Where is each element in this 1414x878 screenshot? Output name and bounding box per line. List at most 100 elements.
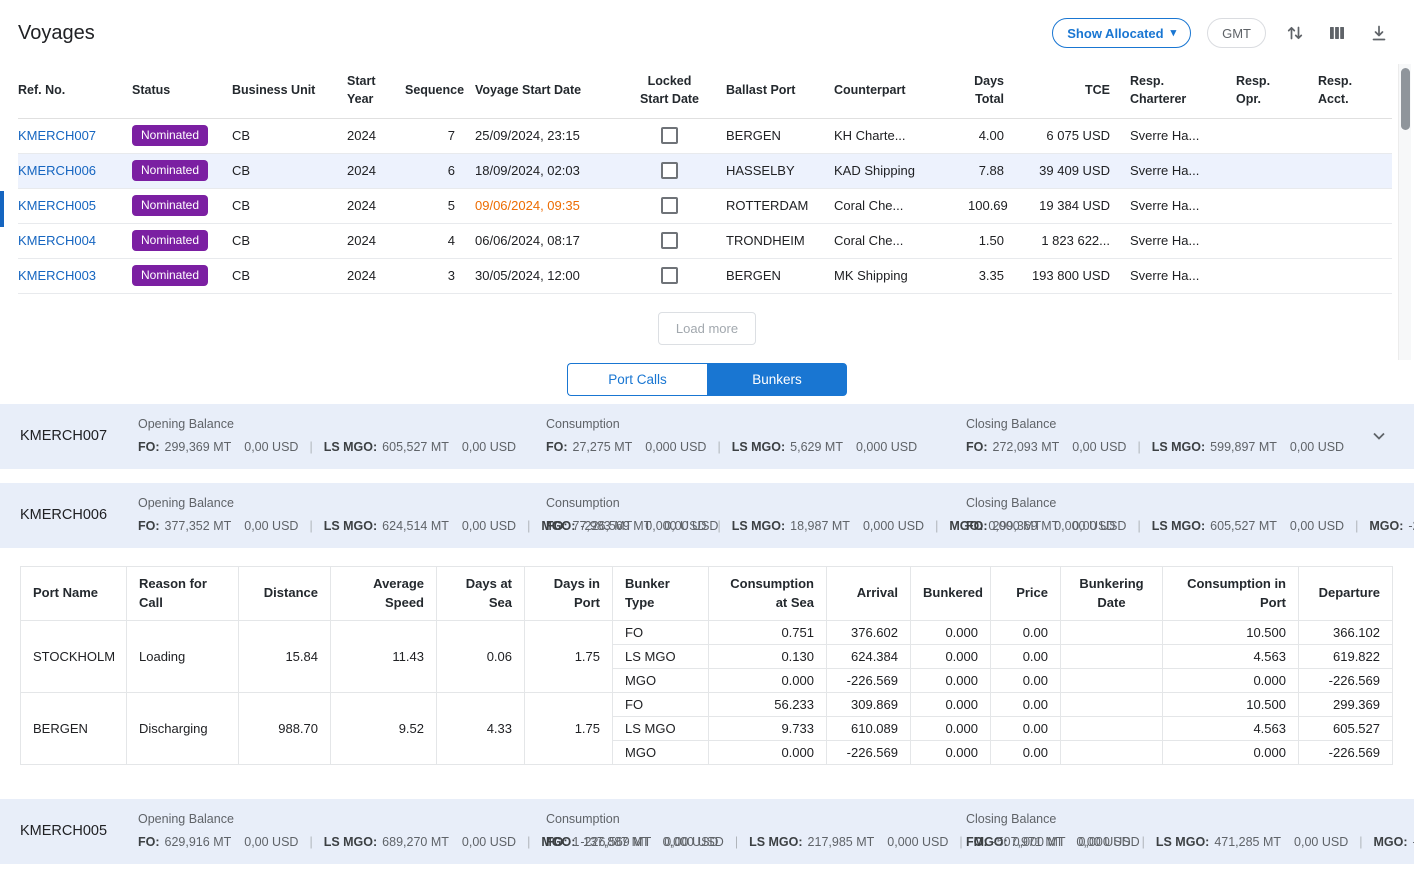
counterpart-cell: Coral Che... xyxy=(824,188,958,223)
voyage-row[interactable]: KMERCH004 Nominated CB 2024 4 06/06/2024… xyxy=(18,223,1392,258)
price-cell: 0.00 xyxy=(991,668,1061,692)
price-cell: 0.00 xyxy=(991,716,1061,740)
cons-in-port-cell: 10.500 xyxy=(1163,692,1299,716)
load-more-button[interactable]: Load more xyxy=(658,312,756,345)
voyage-ref-link[interactable]: KMERCH003 xyxy=(18,268,96,283)
voyages-page: Voyages Show Allocated ▾ GMT xyxy=(0,0,1414,864)
show-allocated-button[interactable]: Show Allocated ▾ xyxy=(1052,18,1191,48)
business-unit-cell: CB xyxy=(222,258,337,293)
fuel-qty: 605,527 MT xyxy=(382,440,449,454)
status-badge: Nominated xyxy=(132,125,208,145)
opening-balance-group: Opening Balance FO:299,369 MT0,00 USDLS … xyxy=(138,417,546,456)
voyage-ref-link[interactable]: KMERCH006 xyxy=(18,163,96,178)
fuel-label: FO: xyxy=(966,519,988,533)
business-unit-cell: CB xyxy=(222,223,337,258)
bunker-type-cell: MGO xyxy=(613,668,709,692)
resp-charterer-cell: Sverre Ha... xyxy=(1120,153,1226,188)
sort-icon[interactable] xyxy=(1282,20,1308,46)
section-voyage-ref: KMERCH006 xyxy=(20,507,138,523)
fuel-label: FO: xyxy=(966,835,988,849)
days-total-cell: 100.69 xyxy=(958,188,1014,223)
closing-balance-group: Closing Balance FO:-507,971 MT0,00 USDLS… xyxy=(966,812,1414,851)
distance-cell: 15.84 xyxy=(239,620,331,692)
scrollbar-thumb[interactable] xyxy=(1401,68,1410,130)
balance-item: LS MGO:689,270 MT0,00 USD xyxy=(324,835,542,849)
departure-cell: 366.102 xyxy=(1299,620,1393,644)
closing-balance-group: Closing Balance FO:272,093 MT0,00 USDLS … xyxy=(966,417,1360,456)
page-header: Voyages Show Allocated ▾ GMT xyxy=(0,0,1414,62)
balance-item: FO:272,093 MT0,00 USD xyxy=(966,440,1152,454)
column-header-business-unit: Business Unit xyxy=(222,62,337,118)
balance-item: LS MGO:5,629 MT0,000 USD xyxy=(732,440,917,454)
fuel-qty: 299,369 MT xyxy=(165,440,232,454)
status-badge: Nominated xyxy=(132,230,208,250)
fuel-qty: 5,629 MT xyxy=(790,440,843,454)
fuel-label: FO: xyxy=(138,440,160,454)
col-days-in-port: Days in Port xyxy=(525,566,613,620)
closing-balance-title: Closing Balance xyxy=(966,496,1414,510)
fuel-qty: 629,916 MT xyxy=(165,835,232,849)
cons-at-sea-cell: 0.751 xyxy=(709,620,827,644)
gmt-button[interactable]: GMT xyxy=(1207,18,1266,48)
start-year-cell: 2024 xyxy=(337,188,395,223)
voyage-row[interactable]: KMERCH006 Nominated CB 2024 6 18/09/2024… xyxy=(18,153,1392,188)
toolbar: Show Allocated ▾ GMT xyxy=(1052,18,1392,48)
status-badge: Nominated xyxy=(132,265,208,285)
fuel-label: LS MGO: xyxy=(732,440,785,454)
download-icon[interactable] xyxy=(1366,20,1392,46)
voyages-table: Ref. No. Status Business Unit Start Year… xyxy=(18,62,1392,294)
cons-in-port-cell: 0.000 xyxy=(1163,668,1299,692)
voyage-ref-link[interactable]: KMERCH004 xyxy=(18,233,96,248)
fuel-usd: 0,00 USD xyxy=(1072,440,1126,454)
fuel-qty: 77,983 MT xyxy=(573,519,633,533)
start-date-cell: 25/09/2024, 23:15 xyxy=(465,118,623,153)
voyage-row[interactable]: KMERCH007 Nominated CB 2024 7 25/09/2024… xyxy=(18,118,1392,153)
bunker-section-header[interactable]: KMERCH007 Opening Balance FO:299,369 MT0… xyxy=(0,404,1414,469)
reason-cell: Discharging xyxy=(127,692,239,764)
consumption-group: Consumption FO:1 137,887 MT0,000 USDLS M… xyxy=(546,812,966,851)
balance-item: FO:299,369 MT0,00 USD xyxy=(966,519,1152,533)
locked-start-date-checkbox[interactable] xyxy=(661,127,678,144)
resp-acct-cell xyxy=(1308,118,1392,153)
column-header-resp-charterer: Resp. Charterer xyxy=(1120,62,1226,118)
locked-start-date-checkbox[interactable] xyxy=(661,267,678,284)
bunkering-date-cell xyxy=(1061,692,1163,716)
locked-start-date-checkbox[interactable] xyxy=(661,162,678,179)
voyage-row[interactable]: KMERCH003 Nominated CB 2024 3 30/05/2024… xyxy=(18,258,1392,293)
tab-port-calls[interactable]: Port Calls xyxy=(567,363,707,396)
bunkering-date-cell xyxy=(1061,716,1163,740)
columns-icon[interactable] xyxy=(1324,20,1350,46)
fuel-qty: 27,275 MT xyxy=(573,440,633,454)
departure-cell: -226.569 xyxy=(1299,740,1393,764)
bunker-section-header[interactable]: KMERCH006 Opening Balance FO:377,352 MT0… xyxy=(0,483,1414,548)
table-scrollbar[interactable] xyxy=(1398,64,1411,360)
fuel-qty: 624,514 MT xyxy=(382,519,449,533)
bunker-section-header[interactable]: KMERCH005 Opening Balance FO:629,916 MT0… xyxy=(0,799,1414,864)
chevron-down-icon[interactable] xyxy=(1366,432,1392,440)
resp-acct-cell xyxy=(1308,188,1392,223)
fuel-usd: 0,00 USD xyxy=(1290,440,1344,454)
locked-start-date-checkbox[interactable] xyxy=(661,197,678,214)
consumption-title: Consumption xyxy=(546,812,966,826)
closing-balance-title: Closing Balance xyxy=(966,417,1360,431)
tab-bunkers[interactable]: Bunkers xyxy=(707,363,847,396)
voyage-ref-link[interactable]: KMERCH007 xyxy=(18,128,96,143)
bunker-row: STOCKHOLM Loading 15.84 11.43 0.06 1.75 … xyxy=(21,620,1393,644)
bunker-type-cell: LS MGO xyxy=(613,644,709,668)
cons-at-sea-cell: 0.000 xyxy=(709,740,827,764)
start-date-cell: 09/06/2024, 09:35 xyxy=(465,188,623,223)
bunkered-cell: 0.000 xyxy=(911,740,991,764)
locked-start-date-checkbox[interactable] xyxy=(661,232,678,249)
fuel-label: LS MGO: xyxy=(324,519,377,533)
voyage-ref-link[interactable]: KMERCH005 xyxy=(18,198,96,213)
fuel-usd: 0,00 USD xyxy=(1076,835,1130,849)
column-header-locked: Locked Start Date xyxy=(623,62,716,118)
fuel-qty: 217,985 MT xyxy=(808,835,875,849)
voyage-row-selected[interactable]: KMERCH005 Nominated CB 2024 5 09/06/2024… xyxy=(18,188,1392,223)
cons-at-sea-cell: 56.233 xyxy=(709,692,827,716)
fuel-usd: 0,00 USD xyxy=(244,519,298,533)
col-bunkered: Bunkered xyxy=(911,566,991,620)
days-at-sea-cell: 4.33 xyxy=(437,692,525,764)
bunker-type-cell: FO xyxy=(613,692,709,716)
fuel-label: MGO: xyxy=(1374,835,1408,849)
